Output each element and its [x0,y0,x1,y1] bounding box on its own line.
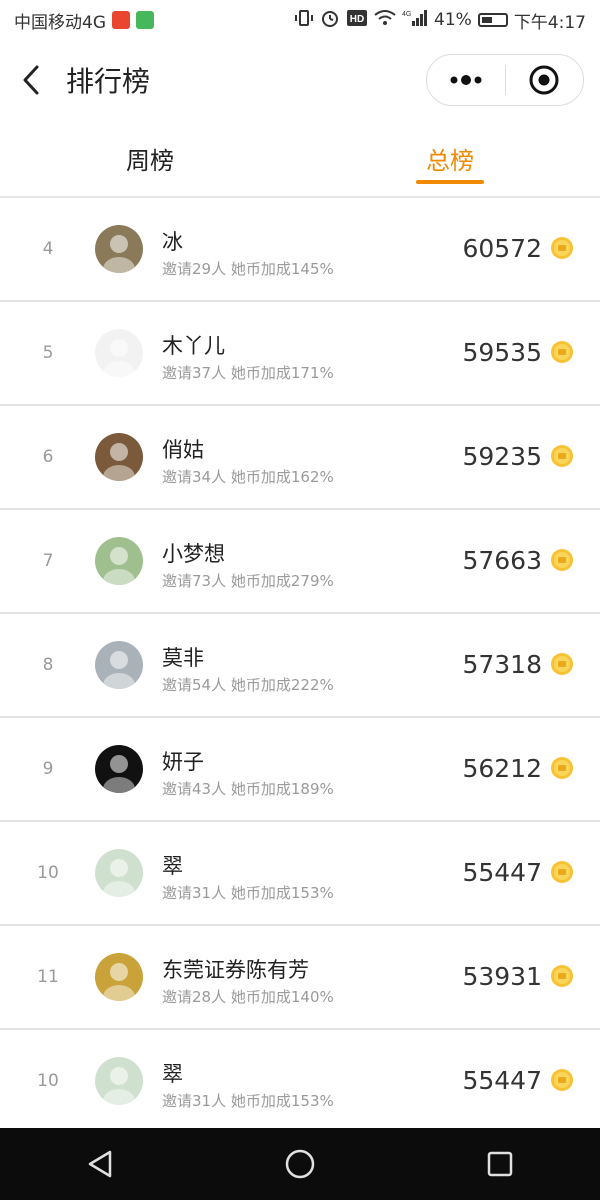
status-bar: 中国移动4G HD 4G 41% 下午4:17 [0,0,600,40]
rank-number: 5 [42,343,54,363]
ranking-row[interactable]: 8 莫非邀请54人 她币加成222% 57318 [0,614,600,718]
rank-number: 11 [37,967,59,987]
invite-bonus-text: 邀请29人 她币加成145% [162,260,334,278]
avatar [95,745,143,793]
coin-score: 57318 [462,650,542,679]
rank-number: 9 [42,759,54,779]
back-triangle-icon[interactable] [70,1134,130,1194]
rank-number: 4 [42,239,54,259]
home-circle-icon[interactable] [270,1134,330,1194]
user-name: 翠 [162,854,183,878]
invite-bonus-text: 邀请43人 她币加成189% [162,780,334,798]
user-name: 妍子 [162,750,204,774]
user-name: 东莞证券陈有芳 [162,958,309,982]
tab-bar: 周榜 总榜 [0,120,600,198]
coin-icon [550,444,574,468]
carrier-label: 中国移动4G [14,12,106,33]
coin-score: 55447 [462,858,542,887]
ranking-row[interactable]: 5 木丫儿邀请37人 她币加成171% 59535 [0,302,600,406]
coin-icon [550,652,574,676]
coin-icon [550,964,574,988]
avatar [95,1057,143,1105]
back-icon[interactable] [16,65,46,95]
clock: 下午4:17 [513,12,586,33]
rank-number: 7 [42,551,54,571]
avatar [95,849,143,897]
more-icon[interactable] [427,54,505,106]
close-miniprogram-icon[interactable] [506,54,584,106]
user-name: 翠 [162,1062,183,1086]
recents-square-icon[interactable] [470,1134,530,1194]
coin-score: 60572 [462,234,542,263]
avatar [95,953,143,1001]
coin-score: 59535 [462,338,542,367]
user-name: 俏姑 [162,438,204,462]
coin-icon [550,860,574,884]
tab-weekly[interactable]: 周榜 [100,120,200,196]
status-left: 中国移动4G [14,8,154,33]
coin-score: 55447 [462,1066,542,1095]
ranking-list: 4 冰邀请29人 她币加成145% 60572 5 木丫儿 邀请37人 她币加成171% 5… [0,198,600,1134]
avatar [95,537,143,585]
coin-score: 53931 [462,962,542,991]
network-label: 4G [402,11,411,18]
invite-bonus-text: 邀请73人 她币加成279% [162,572,334,590]
signal-icon: 4G [402,9,428,32]
user-name: 小梦想 [162,542,225,566]
avatar [95,433,143,481]
ranking-row[interactable]: 10 翠邀请31人 她币加成153% 55447 [0,1030,600,1134]
alarm-icon [320,8,340,33]
coin-icon [550,236,574,260]
coin-score: 57663 [462,546,542,575]
ranking-row[interactable]: 9 妍子邀请43人 她币加成189% 56212 [0,718,600,822]
ranking-row[interactable]: 10 翠邀请31人 她币加成153% 55447 [0,822,600,926]
invite-bonus-text: 邀请37人 她币加成171% [162,364,334,382]
miniprogram-capsule [426,54,584,106]
app-notification-icon [112,11,130,29]
coin-icon [550,756,574,780]
battery-icon [477,13,508,27]
coin-icon [550,548,574,572]
app-notification-icon [136,11,154,29]
svg-text:HD: HD [350,14,364,25]
rank-number: 10 [37,1071,59,1091]
coin-icon [550,1068,574,1092]
invite-bonus-text: 邀请31人 她币加成153% [162,1092,334,1110]
wifi-icon [374,9,396,32]
invite-bonus-text: 邀请34人 她币加成162% [162,468,334,486]
coin-score: 56212 [462,754,542,783]
coin-score: 59235 [462,442,542,471]
ranking-row[interactable]: 4 冰邀请29人 她币加成145% 60572 [0,198,600,302]
system-navigation-bar [0,1128,600,1200]
ranking-row[interactable]: 7 小梦想邀请73人 她币加成279% 57663 [0,510,600,614]
ranking-row[interactable]: 6 俏姑邀请34人 她币加成162% 59235 [0,406,600,510]
invite-bonus-text: 邀请31人 她币加成153% [162,884,334,902]
rank-number: 10 [37,863,59,883]
hd-icon: HD [346,9,368,32]
header: 排行榜 [0,40,600,120]
status-right: HD 4G 41% 下午4:17 [294,8,586,33]
rank-number: 6 [42,447,54,467]
battery-percent: 41% [434,10,472,30]
ranking-row[interactable]: 11 东莞证券陈有芳邀请28人 她币加成140% 53931 [0,926,600,1030]
tab-total[interactable]: 总榜 [400,120,500,196]
avatar [95,225,143,273]
invite-bonus-text: 邀请54人 她币加成222% [162,676,334,694]
rank-number: 8 [42,655,54,675]
user-name: 莫非 [162,646,204,670]
coin-icon [550,340,574,364]
avatar [95,329,143,377]
avatar [95,641,143,689]
vibrate-icon [294,8,314,33]
user-name: 木丫儿 [162,334,225,358]
active-tab-indicator [416,180,484,184]
invite-bonus-text: 邀请28人 她币加成140% [162,988,334,1006]
page-title: 排行榜 [66,65,151,98]
user-name: 冰 [162,230,183,254]
